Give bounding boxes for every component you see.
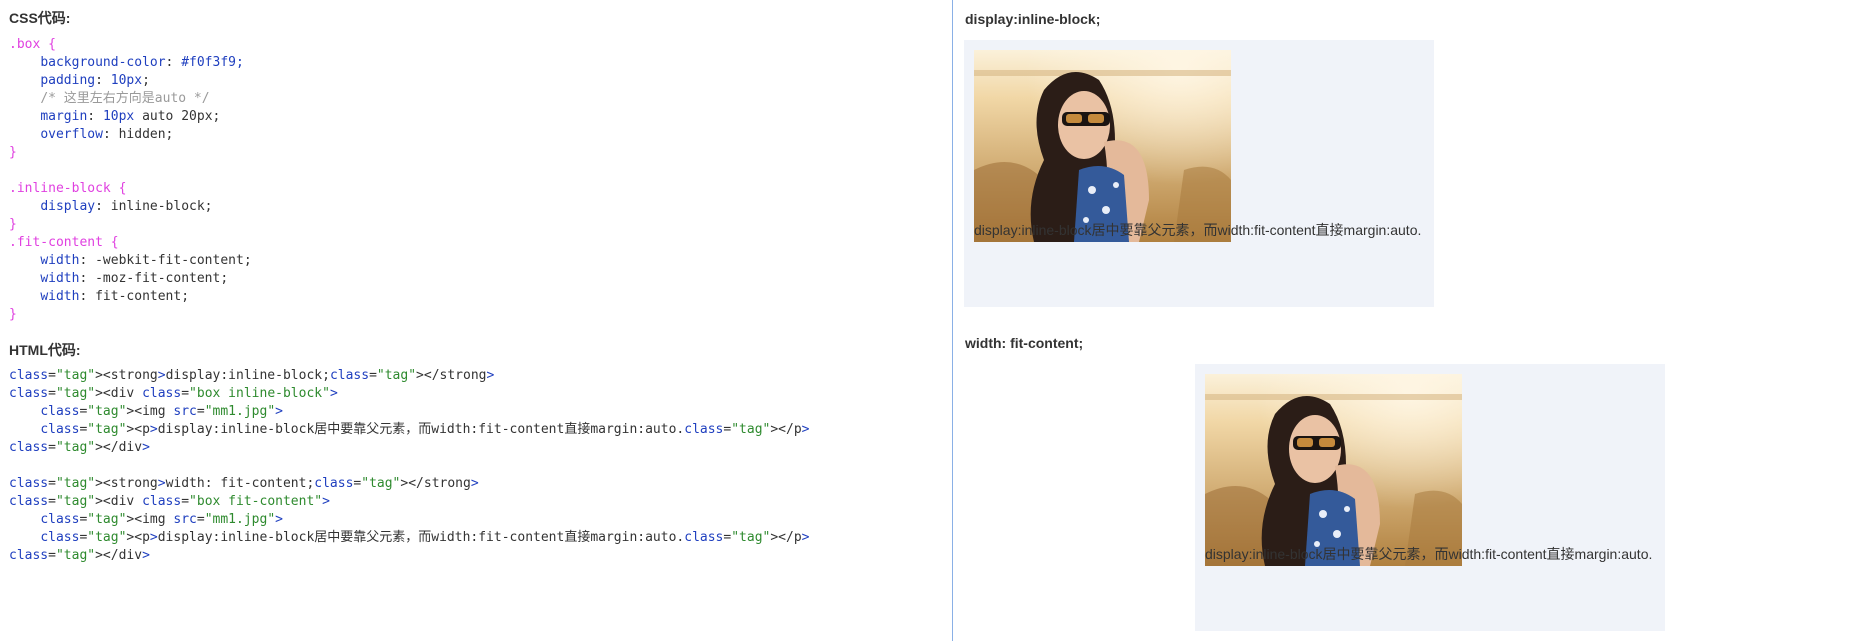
css-code-line: width: -moz-fit-content; — [40, 271, 229, 286]
css-code-line: width: fit-content; — [40, 289, 190, 304]
code-pane: CSS代码: .box { background-color: #f0f3f9;… — [0, 0, 952, 641]
html-code-line: class="tag"><div class="box inline-block… — [9, 386, 338, 401]
css-code-title: CSS代码: — [9, 10, 71, 26]
css-code-line: } — [9, 145, 17, 160]
css-code-line: .inline-block { — [9, 181, 127, 196]
css-code-block: .box { background-color: #f0f3f9; paddin… — [9, 36, 252, 324]
demo1-box: display:inline-block居中要靠父元素，而width:fit-c… — [964, 40, 1434, 307]
demo2-photo — [1205, 374, 1462, 566]
html-code-line: class="tag"><img src="mm1.jpg"> — [40, 404, 283, 419]
demo2-text: display:inline-block居中要靠父元素，而width:fit-c… — [1205, 546, 1653, 562]
demo1-text: display:inline-block居中要靠父元素，而width:fit-c… — [974, 222, 1422, 238]
html-code-title: HTML代码: — [9, 342, 81, 358]
photo-illustration-2 — [1205, 374, 1462, 566]
css-code-line: .fit-content { — [9, 235, 119, 250]
css-code-line: background-color: #f0f3f9; — [40, 55, 244, 70]
css-code-line: } — [9, 217, 17, 232]
css-code-line: /* 这里左右方向是auto */ — [40, 91, 210, 106]
html-code-line: class="tag"><p>display:inline-block居中要靠父… — [40, 530, 810, 545]
demo2-box: display:inline-block居中要靠父元素，而width:fit-c… — [1195, 364, 1665, 631]
html-code-block: class="tag"><strong>display:inline-block… — [9, 367, 810, 565]
html-code-line: class="tag"><strong>width: fit-content;c… — [9, 476, 479, 491]
photo-illustration-1 — [974, 50, 1231, 242]
css-code-line: margin: 10px auto 20px; — [40, 109, 221, 124]
css-code-line: .box { — [9, 37, 56, 52]
demo1-photo — [974, 50, 1231, 242]
html-code-line: class="tag"></div> — [9, 548, 150, 563]
css-code-line: display: inline-block; — [40, 199, 213, 214]
css-code-line: } — [9, 307, 17, 322]
demo1-title: display:inline-block; — [965, 11, 1101, 27]
html-code-line: class="tag"><div class="box fit-content"… — [9, 494, 330, 509]
css-code-line: overflow: hidden; — [40, 127, 174, 142]
css-code-line: padding: 10px; — [40, 73, 150, 88]
css-code-line: width: -webkit-fit-content; — [40, 253, 252, 268]
html-code-line: class="tag"><p>display:inline-block居中要靠父… — [40, 422, 810, 437]
html-code-line: class="tag"></div> — [9, 440, 150, 455]
html-code-line: class="tag"><strong>display:inline-block… — [9, 368, 495, 383]
preview-pane: display:inline-block; display:inline-blo… — [953, 0, 1862, 641]
demo2-title: width: fit-content; — [965, 335, 1084, 351]
html-code-line: class="tag"><img src="mm1.jpg"> — [40, 512, 283, 527]
